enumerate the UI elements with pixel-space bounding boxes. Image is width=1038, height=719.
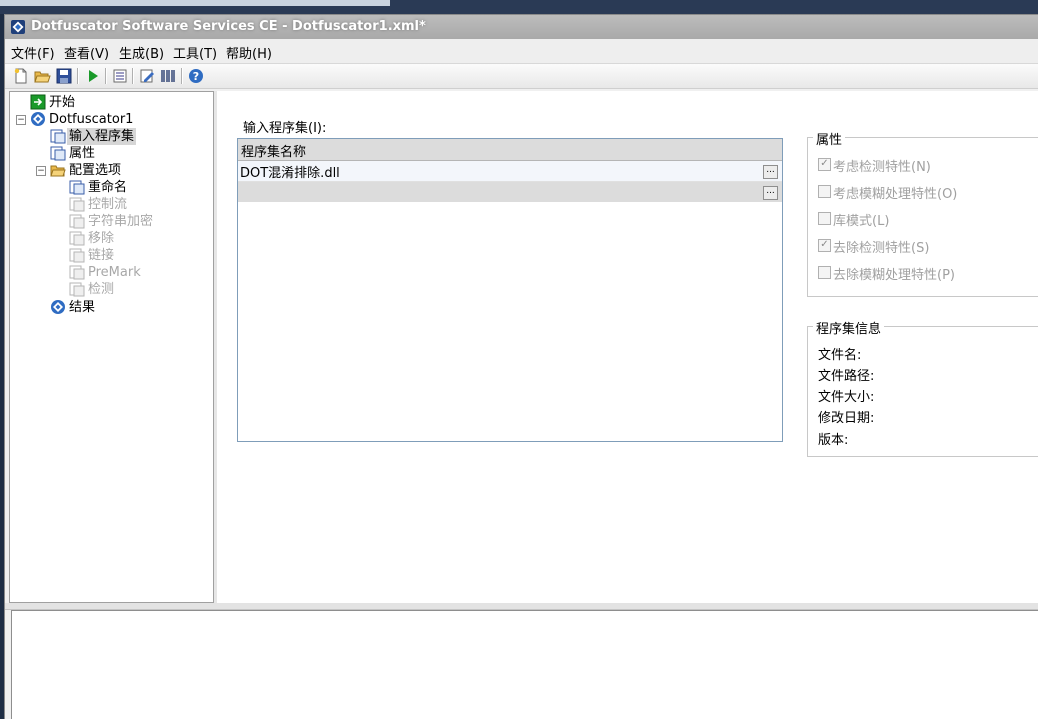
open-folder-icon[interactable] xyxy=(33,67,51,85)
file-size-label: 文件大小: xyxy=(818,390,875,405)
browse-button[interactable]: ... xyxy=(763,165,778,179)
collapse-toggle[interactable]: − xyxy=(36,166,46,176)
list-icon[interactable] xyxy=(111,67,129,85)
horizontal-splitter[interactable] xyxy=(5,603,1038,610)
project-icon xyxy=(31,112,45,126)
checkbox-checked[interactable]: ✓ xyxy=(818,158,831,171)
new-file-icon[interactable] xyxy=(12,67,30,85)
toolbar-separator xyxy=(132,68,134,84)
browse-button[interactable]: ... xyxy=(763,186,778,200)
assembly-info-title: 程序集信息 xyxy=(813,318,885,337)
run-icon[interactable] xyxy=(84,67,102,85)
properties-icon xyxy=(50,146,66,161)
file-path-label: 文件路径: xyxy=(818,369,875,384)
rename-icon xyxy=(69,180,85,195)
collapse-toggle[interactable]: − xyxy=(16,115,26,125)
svg-text:?: ? xyxy=(193,70,199,83)
toolbar-separator xyxy=(181,68,183,84)
background-window-edge xyxy=(0,0,390,6)
assembly-name-cell[interactable]: DOT混淆排除.dll xyxy=(240,162,340,181)
window-title: Dotfuscator Software Services CE - Dotfu… xyxy=(31,19,426,34)
string-encryption-icon xyxy=(69,214,85,229)
properties-group-title: 属性 xyxy=(813,129,846,148)
menu-view[interactable]: 查看(V) xyxy=(64,43,109,62)
file-name-label: 文件名: xyxy=(818,348,862,363)
input-assemblies-label: 输入程序集(I): xyxy=(243,121,327,136)
output-panel[interactable] xyxy=(11,610,1038,719)
menu-tools[interactable]: 工具(T) xyxy=(173,43,217,62)
desktop-top-strip xyxy=(0,0,1038,14)
removal-icon xyxy=(69,231,85,246)
app-window: Dotfuscator Software Services CE - Dotfu… xyxy=(4,14,1038,719)
table-row[interactable]: DOT混淆排除.dll ... xyxy=(238,161,782,182)
table-row-new[interactable]: ... xyxy=(238,182,782,202)
menu-bar: 文件(F) 查看(V) 生成(B) 工具(T) 帮助(H) xyxy=(5,39,1038,64)
column-header-assembly-name[interactable]: 程序集名称 xyxy=(241,141,306,160)
barcode-icon[interactable] xyxy=(159,67,177,85)
grid-header: 程序集名称 xyxy=(238,139,782,161)
toolbar: ? xyxy=(5,64,1038,89)
checkbox[interactable] xyxy=(818,266,831,279)
save-icon[interactable] xyxy=(55,67,73,85)
menu-help[interactable]: 帮助(H) xyxy=(226,43,272,62)
properties-group: 属性 ✓ 考虑检测特性(N) 考虑模糊处理特性(O) 库模式(L) ✓ 去除检测… xyxy=(807,129,1038,297)
input-assemblies-grid[interactable]: 程序集名称 DOT混淆排除.dll ... ... xyxy=(237,138,783,442)
main-content: 输入程序集(I): 程序集名称 DOT混淆排除.dll ... ... 属性 ✓… xyxy=(217,91,1038,603)
title-bar[interactable]: Dotfuscator Software Services CE - Dotfu… xyxy=(5,15,1038,39)
folder-icon xyxy=(50,165,66,177)
premark-icon xyxy=(69,265,85,280)
assembly-icon xyxy=(50,129,66,144)
menu-build[interactable]: 生成(B) xyxy=(119,43,164,62)
start-icon xyxy=(30,94,46,110)
checkbox[interactable] xyxy=(818,212,831,225)
checkbox-checked[interactable]: ✓ xyxy=(818,239,831,252)
toolbar-separator xyxy=(77,68,79,84)
modified-date-label: 修改日期: xyxy=(818,411,875,426)
control-flow-icon xyxy=(69,197,85,212)
version-label: 版本: xyxy=(818,433,849,448)
help-icon[interactable]: ? xyxy=(187,67,205,85)
edit-icon[interactable] xyxy=(138,67,156,85)
toolbar-separator xyxy=(105,68,107,84)
project-tree: 开始 − Dotfuscator1 输入程序集 属性 − 配置选项 重命名 控制… xyxy=(9,91,214,603)
menu-file[interactable]: 文件(F) xyxy=(11,43,55,62)
assembly-info-group: 程序集信息 文件名: 文件路径: 文件大小: 修改日期: 版本: xyxy=(807,318,1038,457)
detection-icon xyxy=(69,282,85,297)
results-icon xyxy=(51,300,65,314)
linking-icon xyxy=(69,248,85,263)
checkbox[interactable] xyxy=(818,185,831,198)
app-icon xyxy=(11,20,25,34)
